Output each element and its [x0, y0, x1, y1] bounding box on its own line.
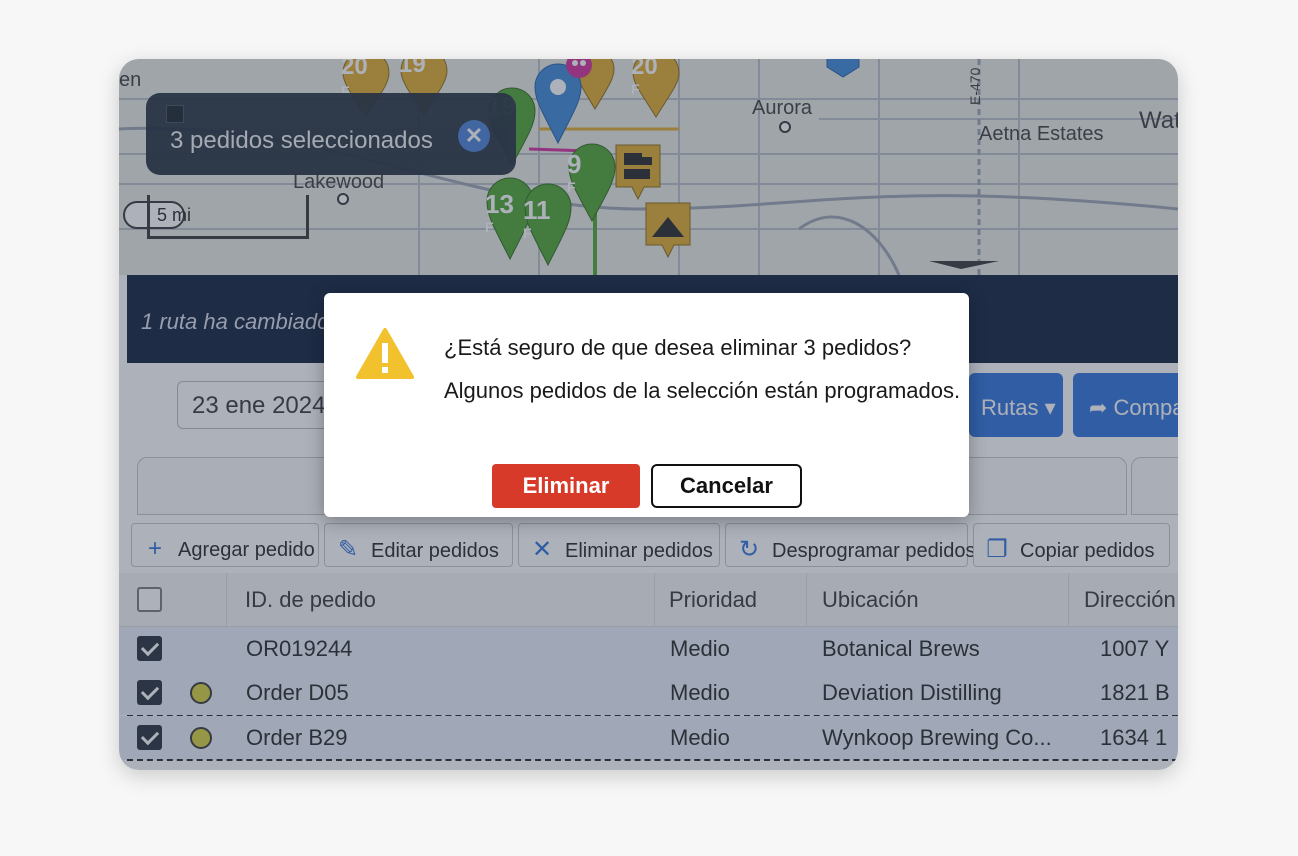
- confirm-delete-dialog: ¿Está seguro de que desea eliminar 3 ped…: [324, 293, 969, 517]
- app-window: Aurora Aetna Estates Wat Lakewood en E-4…: [119, 59, 1178, 770]
- confirm-delete-button[interactable]: Eliminar: [492, 464, 640, 508]
- warning-icon: [356, 328, 414, 379]
- dialog-message: Algunos pedidos de la selección están pr…: [444, 378, 961, 403]
- dialog-question: ¿Está seguro de que desea eliminar 3 ped…: [444, 335, 912, 360]
- cancel-button[interactable]: Cancelar: [651, 464, 802, 508]
